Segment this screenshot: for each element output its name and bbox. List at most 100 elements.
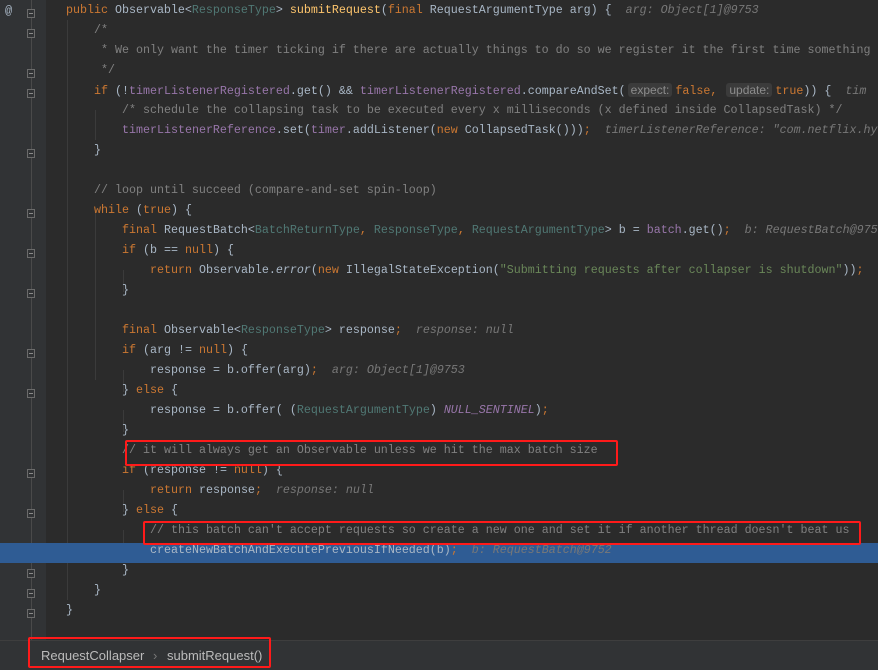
code-token: /* schedule the collapsing task to be ex… <box>122 103 843 117</box>
code-token: batch <box>646 223 682 237</box>
code-line[interactable]: } <box>0 563 878 583</box>
code-token: ) { <box>170 203 192 217</box>
code-token: .compareAndSet( <box>520 84 626 98</box>
code-line[interactable]: } <box>0 143 878 163</box>
code-line[interactable]: } <box>0 583 878 603</box>
code-token: if <box>122 343 143 357</box>
code-token: null <box>198 343 227 357</box>
code-line[interactable]: /* <box>0 23 878 43</box>
code-line[interactable]: // it will always get an Observable unle… <box>0 443 878 463</box>
code-token: // loop until succeed (compare-and-set s… <box>94 183 437 197</box>
code-token: /* <box>94 23 108 37</box>
code-token: ; <box>450 543 458 557</box>
code-line[interactable] <box>0 303 878 323</box>
code-token: ) { <box>226 343 248 357</box>
code-token: .get() <box>681 223 724 237</box>
code-token: BatchReturnType <box>254 223 360 237</box>
code-token: ( <box>135 203 143 217</box>
code-token: } <box>94 583 101 597</box>
code-line[interactable]: final RequestBatch<BatchReturnType, Resp… <box>0 223 878 243</box>
code-token: ResponseType <box>191 3 276 17</box>
code-line[interactable]: // this batch can't accept requests so c… <box>0 523 878 543</box>
code-token: timerListenerRegistered <box>359 84 521 98</box>
debug-inline-value: response: null <box>415 323 514 337</box>
code-token: RequestArgumentType <box>296 403 430 417</box>
code-token: * We only want the timer ticking if ther… <box>94 43 871 57</box>
code-line[interactable]: // loop until succeed (compare-and-set s… <box>0 183 878 203</box>
debug-inline-value: arg: Object[1]@9753 <box>331 363 465 377</box>
parameter-hint: expect: <box>627 83 673 97</box>
code-token: RequestBatch< <box>163 223 255 237</box>
code-line[interactable]: } else { <box>0 383 878 403</box>
code-token: RequestArgumentType <box>471 223 605 237</box>
code-editor[interactable]: public Observable<ResponseType> submitRe… <box>0 3 878 623</box>
code-line[interactable]: if (arg != null) { <box>0 343 878 363</box>
code-token: { <box>170 503 178 517</box>
code-token: error <box>275 263 311 277</box>
code-token: ; <box>583 123 591 137</box>
code-token: ; <box>310 363 318 377</box>
code-token: return <box>150 263 199 277</box>
code-token: } <box>122 423 129 437</box>
code-line[interactable]: } <box>0 603 878 623</box>
code-token: )) { <box>803 84 832 98</box>
code-line[interactable]: while (true) { <box>0 203 878 223</box>
code-token: null <box>184 243 213 257</box>
code-token: new <box>317 263 346 277</box>
debug-inline-value: response: null <box>275 483 374 497</box>
code-line[interactable]: final Observable<ResponseType> response;… <box>0 323 878 343</box>
code-token: // it will always get an Observable unle… <box>122 443 598 457</box>
code-token: (response != <box>143 463 234 477</box>
debug-inline-value: tim <box>845 84 867 98</box>
code-token: > b = <box>604 223 647 237</box>
code-line[interactable]: * We only want the timer ticking if ther… <box>0 43 878 63</box>
code-line[interactable]: if (response != null) { <box>0 463 878 483</box>
code-token: .addListener( <box>345 123 437 137</box>
code-line[interactable]: response = b.offer( (RequestArgumentType… <box>0 403 878 423</box>
debug-inline-value: b: RequestBatch@9752 <box>471 543 612 557</box>
code-token: */ <box>94 63 115 77</box>
code-line[interactable]: return Observable.error(new IllegalState… <box>0 263 878 283</box>
code-token: ) { <box>261 463 283 477</box>
breadcrumb-item-method[interactable]: submitRequest() <box>167 648 262 663</box>
code-line[interactable]: */ <box>0 63 878 83</box>
code-line[interactable]: if (!timerListenerRegistered.get() && ti… <box>0 83 878 103</box>
code-line[interactable]: timerListenerReference.set(timer.addList… <box>0 123 878 143</box>
code-token: RequestArgumentType arg) { <box>429 3 612 17</box>
code-token: } <box>94 143 101 157</box>
code-token: else <box>136 503 171 517</box>
code-token: ) <box>534 403 542 417</box>
breadcrumb-item-class[interactable]: RequestCollapser <box>41 648 144 663</box>
code-line[interactable]: /* schedule the collapsing task to be ex… <box>0 103 878 123</box>
code-token: "Submitting requests after collapser is … <box>499 263 843 277</box>
code-token: response = b.offer(arg) <box>150 363 311 377</box>
code-token: ( <box>310 263 318 277</box>
breadcrumb: RequestCollapser › submitRequest() <box>0 640 878 670</box>
code-token: // this batch can't accept requests so c… <box>150 523 850 537</box>
code-line[interactable]: } <box>0 283 878 303</box>
code-token: else <box>136 383 171 397</box>
code-token: NULL_SENTINEL <box>443 403 535 417</box>
code-token: timerListenerRegistered <box>129 84 290 98</box>
code-token: , <box>359 223 374 237</box>
code-token: response = b.offer( ( <box>150 403 297 417</box>
code-line[interactable]: public Observable<ResponseType> submitRe… <box>0 3 878 23</box>
code-token: ; <box>394 323 402 337</box>
code-token: false, <box>675 84 725 98</box>
code-line-current[interactable]: createNewBatchAndExecutePreviousIfNeeded… <box>0 543 878 563</box>
code-line[interactable]: } else { <box>0 503 878 523</box>
code-token: .set( <box>275 123 311 137</box>
code-token: true <box>775 84 804 98</box>
code-token: } <box>66 603 73 617</box>
code-token: ; <box>723 223 731 237</box>
code-token: ResponseType <box>240 323 325 337</box>
code-token: new <box>436 123 465 137</box>
code-line[interactable]: response = b.offer(arg); arg: Object[1]@9… <box>0 363 878 383</box>
code-line[interactable]: } <box>0 423 878 443</box>
code-token: } <box>122 283 129 297</box>
code-token: return <box>150 483 199 497</box>
code-token: )) <box>842 263 857 277</box>
code-line[interactable] <box>0 163 878 183</box>
code-line[interactable]: if (b == null) { <box>0 243 878 263</box>
code-line[interactable]: return response; response: null <box>0 483 878 503</box>
